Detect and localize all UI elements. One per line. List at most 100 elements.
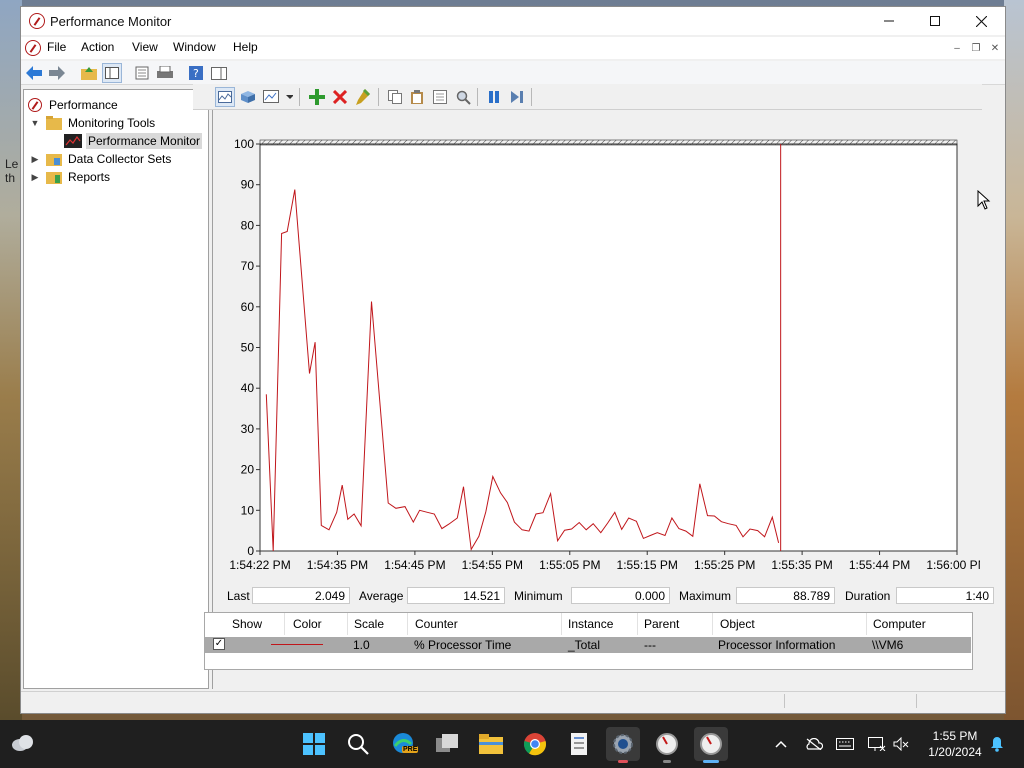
taskbar-search-button[interactable] <box>341 727 375 761</box>
show-counter-checkbox[interactable]: ✓ <box>213 638 225 650</box>
expander-collapsed-icon[interactable]: ▶ <box>30 172 40 183</box>
tree-item-reports[interactable]: ▶ Reports <box>24 168 208 186</box>
add-counter-button[interactable] <box>307 87 327 107</box>
legend-header-computer[interactable]: Computer <box>873 617 926 631</box>
tree-label: Reports <box>68 170 111 184</box>
delete-x-icon <box>333 90 347 104</box>
tray-keyboard[interactable] <box>834 734 856 754</box>
legend-cell-object: Processor Information <box>718 638 836 652</box>
menu-file[interactable]: File <box>47 40 66 54</box>
legend-header-object[interactable]: Object <box>720 617 755 631</box>
perfmon-app-icon <box>29 13 45 29</box>
tray-onedrive[interactable] <box>803 734 825 754</box>
up-level-button[interactable] <box>79 63 99 83</box>
taskbar-file-explorer[interactable] <box>474 727 508 761</box>
copy-icon <box>388 90 402 104</box>
tree-label: Performance <box>49 98 118 112</box>
taskbar-task-view[interactable] <box>430 727 464 761</box>
stat-last-label: Last <box>227 589 250 603</box>
tray-volume[interactable] <box>890 734 912 754</box>
taskbar-edge-preview[interactable]: PRE <box>386 727 420 761</box>
legend-header-show[interactable]: Show <box>232 617 262 631</box>
console-tree-icon <box>105 67 119 79</box>
x-tick-label: 1:55:25 PM <box>694 558 755 572</box>
copy-properties-button[interactable] <box>385 87 405 107</box>
mdi-restore-button[interactable]: ❐ <box>967 41 985 55</box>
menu-view[interactable]: View <box>132 40 158 54</box>
forward-arrow-icon <box>49 66 65 80</box>
tree-item-performance[interactable]: Performance <box>24 96 208 114</box>
action-pane-icon <box>211 66 227 80</box>
maximize-button[interactable] <box>912 7 958 35</box>
legend-cell-computer: \\VM6 <box>872 638 904 652</box>
weather-widget[interactable] <box>10 731 36 757</box>
legend-header-counter[interactable]: Counter <box>415 617 458 631</box>
status-bar-separator <box>916 694 917 708</box>
speaker-muted-icon <box>893 737 909 751</box>
view-current-activity-button[interactable] <box>215 87 235 107</box>
legend-cell-parent: --- <box>644 638 656 652</box>
tray-overflow-button[interactable] <box>770 734 792 754</box>
taskbar-start-button[interactable] <box>297 727 331 761</box>
legend-header-instance[interactable]: Instance <box>568 617 613 631</box>
properties-icon <box>135 66 149 80</box>
expander-collapsed-icon[interactable]: ▶ <box>30 154 40 165</box>
toolbar-separator <box>531 88 532 106</box>
status-bar <box>21 691 1005 713</box>
tree-item-performance-monitor[interactable]: Performance Monitor <box>24 132 208 150</box>
view-log-data-button[interactable] <box>238 87 258 107</box>
mdi-minimize-button[interactable]: – <box>948 41 966 55</box>
properties-dialog-button[interactable] <box>430 87 450 107</box>
help-button[interactable]: ? <box>186 63 206 83</box>
zoom-button[interactable] <box>453 87 473 107</box>
toolbar-separator <box>299 88 300 106</box>
y-tick-label: 10 <box>241 503 255 517</box>
properties-button[interactable] <box>132 63 152 83</box>
expander-expanded-icon[interactable]: ▼ <box>30 118 40 128</box>
legend-header-parent[interactable]: Parent <box>644 617 679 631</box>
minimize-button[interactable] <box>866 7 912 35</box>
y-tick-label: 0 <box>247 544 254 558</box>
menu-action[interactable]: Action <box>81 40 114 54</box>
taskbar-app-notepad[interactable] <box>562 727 596 761</box>
forward-button[interactable] <box>47 63 67 83</box>
taskbar-clock[interactable]: 1:55 PM 1/20/2024 <box>920 728 990 760</box>
folder-icon <box>479 734 503 754</box>
tray-network[interactable] <box>866 734 888 754</box>
freeze-display-button[interactable] <box>484 87 504 107</box>
paste-counter-list-button[interactable] <box>407 87 427 107</box>
change-graph-type-button[interactable] <box>262 87 294 107</box>
legend-header-scale[interactable]: Scale <box>354 617 384 631</box>
highlight-button[interactable] <box>353 87 373 107</box>
taskbar-perfmon-1[interactable] <box>650 727 684 761</box>
taskbar-settings[interactable] <box>606 727 640 761</box>
x-tick-label: 1:54:22 PM <box>229 558 290 572</box>
show-hide-console-tree-button[interactable] <box>102 63 122 83</box>
taskbar-chrome[interactable] <box>518 727 552 761</box>
stat-minimum-value: 0.000 <box>571 587 670 604</box>
back-button[interactable] <box>24 63 44 83</box>
update-data-button[interactable] <box>507 87 527 107</box>
tray-notifications[interactable] <box>986 734 1008 754</box>
mmc-system-icon[interactable] <box>25 40 41 56</box>
cloud-icon <box>12 735 33 751</box>
mdi-close-button[interactable]: ✕ <box>986 41 1004 55</box>
show-action-pane-button[interactable] <box>209 63 229 83</box>
tree-label: Data Collector Sets <box>68 152 172 166</box>
y-tick-label: 40 <box>241 381 255 395</box>
tree-item-data-collector-sets[interactable]: ▶ Data Collector Sets <box>24 150 208 168</box>
menu-window[interactable]: Window <box>173 40 216 54</box>
legend-header-color[interactable]: Color <box>293 617 322 631</box>
performance-line-chart[interactable]: 0 10 20 30 40 50 60 70 80 90 100 1:54:22 PM 1:54:35… <box>200 126 980 576</box>
tree-label-selected: Performance Monitor <box>86 133 203 149</box>
add-icon <box>309 89 325 105</box>
task-view-icon <box>436 734 458 752</box>
close-button[interactable] <box>958 7 1004 35</box>
print-button[interactable] <box>155 63 175 83</box>
delete-counter-button[interactable] <box>330 87 350 107</box>
taskbar-perfmon-active[interactable] <box>694 727 728 761</box>
title-bar[interactable]: Performance Monitor <box>21 7 1005 35</box>
menu-help[interactable]: Help <box>233 40 258 54</box>
tree-item-monitoring-tools[interactable]: ▼ Monitoring Tools <box>24 114 208 132</box>
toolbar-separator <box>477 88 478 106</box>
